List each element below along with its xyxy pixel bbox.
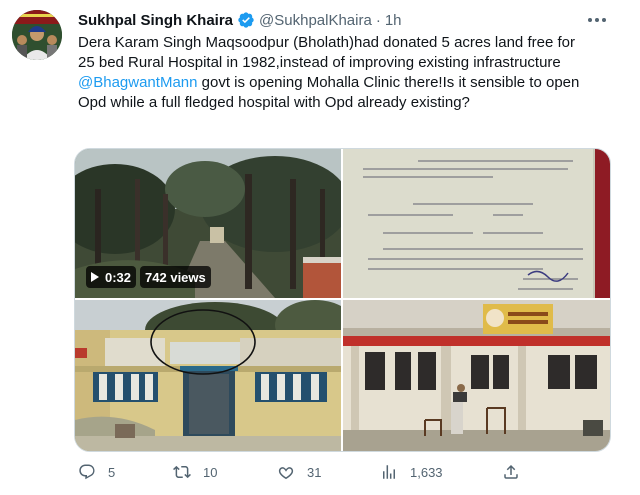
video-badge: 0:32 742 views: [86, 266, 211, 288]
avatar-image: [12, 10, 62, 60]
action-bar: 5 10 31 1,633: [74, 460, 534, 484]
author-name[interactable]: Sukhpal Singh Khaira: [78, 12, 233, 29]
tweet-text-part1: Dera Karam Singh Maqsoodpur (Bholath)had…: [78, 34, 575, 71]
video-thumbnail[interactable]: 0:32 742 views: [75, 149, 341, 298]
verified-badge-icon: [237, 11, 255, 29]
views-count: 1,633: [410, 464, 443, 480]
tweet-text: Dera Karam Singh Maqsoodpur (Bholath)had…: [78, 33, 583, 113]
reply-count: 5: [108, 464, 116, 480]
timestamp[interactable]: 1h: [385, 12, 402, 29]
video-views-badge: 742 views: [140, 266, 211, 288]
views-icon: [383, 465, 395, 479]
avatar[interactable]: [12, 10, 62, 60]
mohalla-clinic-photo[interactable]: [343, 300, 610, 451]
like-button[interactable]: 31: [277, 460, 321, 484]
video-duration-badge: 0:32: [86, 266, 137, 288]
retweet-icon: [173, 465, 191, 479]
retweet-button[interactable]: 10: [173, 460, 217, 484]
more-icon[interactable]: [585, 10, 609, 30]
reply-icon: [79, 464, 95, 480]
like-count: 31: [307, 464, 322, 480]
video-views: 742 views: [145, 269, 206, 285]
retweet-count: 10: [203, 464, 218, 480]
like-icon: [278, 467, 294, 480]
hospital-building-photo[interactable]: [75, 300, 341, 451]
media-grid: 0:32 742 views: [74, 148, 611, 452]
video-duration: 0:32: [105, 269, 132, 285]
share-icon: [504, 464, 518, 479]
views-button[interactable]: 1,633: [380, 460, 443, 484]
author-handle[interactable]: @SukhpalKhaira: [259, 12, 372, 29]
reply-button[interactable]: 5: [78, 460, 115, 484]
tweet: Sukhpal Singh Khaira @SukhpalKhaira · 1h…: [0, 0, 640, 495]
tweet-header: Sukhpal Singh Khaira @SukhpalKhaira · 1h: [78, 9, 402, 31]
share-button[interactable]: [502, 460, 532, 484]
document-photo[interactable]: [343, 149, 610, 298]
separator-dot: ·: [375, 11, 381, 29]
play-icon[interactable]: [91, 272, 99, 282]
mention-link[interactable]: @BhagwantMann: [78, 74, 197, 91]
